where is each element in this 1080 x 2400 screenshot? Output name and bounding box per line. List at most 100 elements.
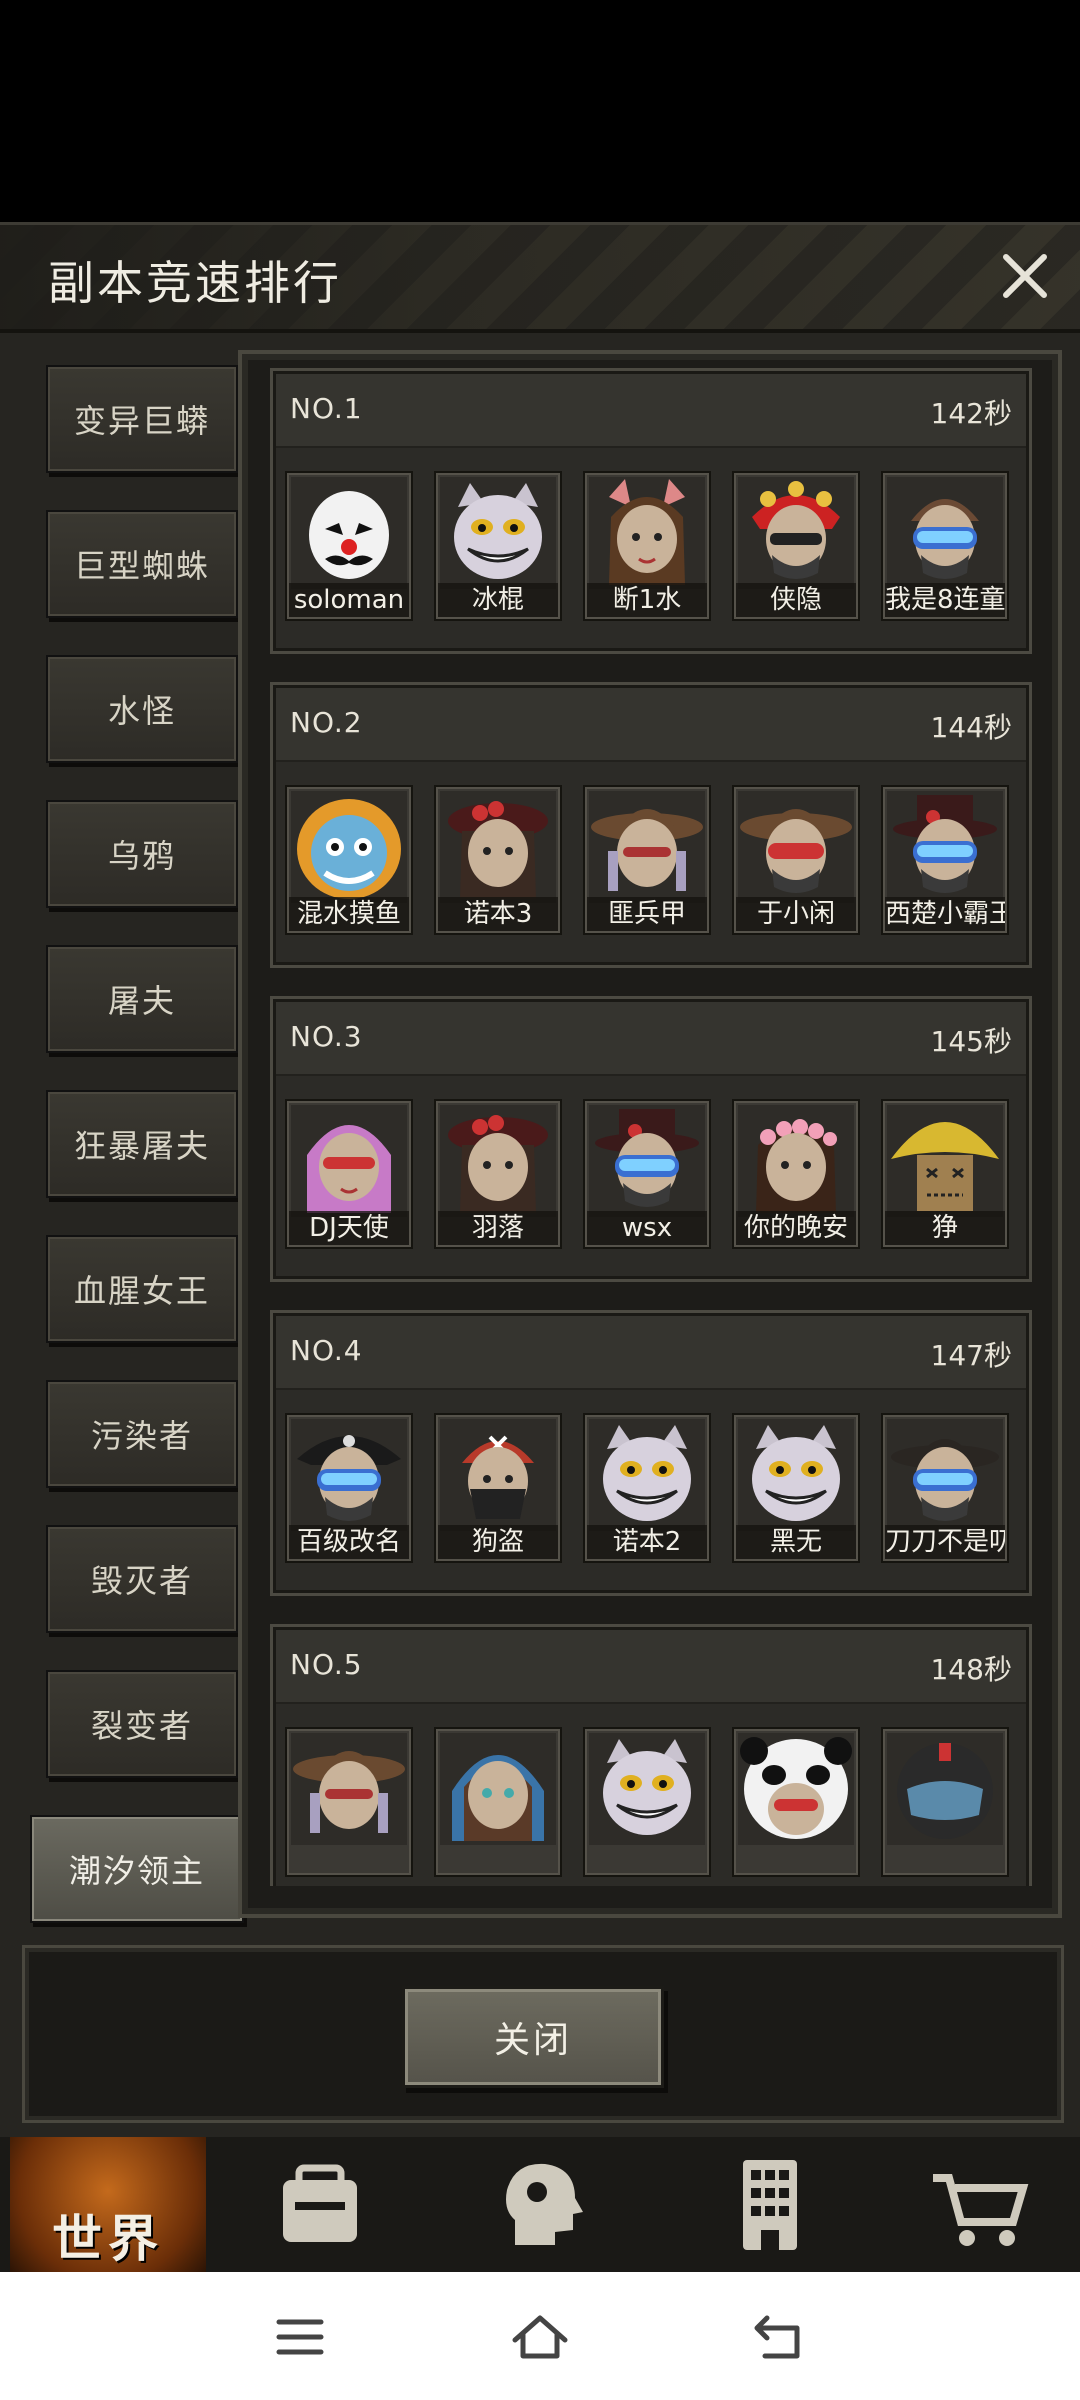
member-name: 侠隐 <box>736 583 856 617</box>
tab-label: 污染者 <box>90 1417 193 1455</box>
menu-icon[interactable] <box>265 2302 335 2372</box>
team-member[interactable]: 百级改名 <box>285 1413 413 1563</box>
member-name: 诺本3 <box>438 897 558 931</box>
team-member[interactable] <box>881 1727 1009 1877</box>
member-name: 冰棍 <box>438 583 558 617</box>
team-member[interactable]: 混水摸鱼 <box>285 785 413 935</box>
team-member[interactable]: 于小闲 <box>732 785 860 935</box>
tab-boss-4[interactable]: 屠夫 <box>46 945 238 1053</box>
team-member[interactable]: wsx <box>583 1099 711 1249</box>
team-member[interactable]: 断1水 <box>583 471 711 621</box>
tab-boss-8[interactable]: 毁灭者 <box>46 1525 238 1633</box>
rank-card-header: NO.5 148秒 <box>276 1630 1026 1704</box>
team-member[interactable]: 狗盗 <box>434 1413 562 1563</box>
tab-label: 变异巨蟒 <box>73 402 210 440</box>
member-name: 狗盗 <box>438 1525 558 1559</box>
cowboy-hat-icon <box>589 791 705 903</box>
member-name: 诺本2 <box>587 1525 707 1559</box>
ranking-list[interactable]: NO.1 142秒 soloman 冰棍 断1水 侠隐 我是8连童 NO.2 144秒 混水摸鱼诺… <box>260 368 1040 1886</box>
team-member[interactable] <box>285 1727 413 1877</box>
top-hat-goggles-icon <box>589 1105 705 1217</box>
tab-boss-10[interactable]: 潮汐领主 <box>30 1815 244 1923</box>
member-name: 黑无 <box>736 1525 856 1559</box>
team-member[interactable] <box>732 1727 860 1877</box>
clown-mask-icon <box>291 477 407 589</box>
cowboy-hat-icon <box>291 1733 407 1845</box>
opera-headdress-icon <box>738 477 854 589</box>
rank-card: NO.5 148秒 <box>270 1624 1032 1886</box>
dialog-title: 副本竞速排行 <box>48 256 342 310</box>
tab-label: 裂变者 <box>90 1707 193 1745</box>
tab-boss-5[interactable]: 狂暴屠夫 <box>46 1090 238 1198</box>
rank-number: NO.3 <box>290 1020 363 1053</box>
cat-grin-icon <box>589 1733 705 1845</box>
team-member[interactable]: 诺本3 <box>434 785 562 935</box>
rank-card-header: NO.4 147秒 <box>276 1316 1026 1390</box>
game-bottom-nav: 世界 <box>0 2137 1080 2272</box>
cat-grin-icon <box>738 1419 854 1531</box>
cat-grin-icon <box>440 477 556 589</box>
team-member[interactable] <box>583 1727 711 1877</box>
top-hat-goggles-icon <box>887 791 1003 903</box>
member-name: DJ天使 <box>289 1211 409 1245</box>
team-member[interactable] <box>434 1727 562 1877</box>
tab-label: 潮汐领主 <box>68 1852 205 1890</box>
blue-hood-girl-icon <box>440 1733 556 1845</box>
member-name: 刀刀不是叨 <box>885 1525 1005 1559</box>
team-member[interactable]: DJ天使 <box>285 1099 413 1249</box>
team-member[interactable]: 冰棍 <box>434 471 562 621</box>
android-nav-bar <box>0 2272 1080 2400</box>
team-member[interactable]: 诺本2 <box>583 1413 711 1563</box>
backpack-icon[interactable] <box>250 2137 390 2272</box>
team-member[interactable]: 匪兵甲 <box>583 785 711 935</box>
back-icon[interactable] <box>745 2302 815 2372</box>
clear-time: 144秒 <box>930 711 1012 744</box>
tab-boss-6[interactable]: 血腥女王 <box>46 1235 238 1343</box>
close-icon[interactable] <box>998 249 1052 303</box>
nav-world-button[interactable]: 世界 <box>10 2137 206 2272</box>
tab-boss-7[interactable]: 污染者 <box>46 1380 238 1488</box>
clear-time: 148秒 <box>930 1653 1012 1686</box>
nav-world-label: 世界 <box>52 2209 164 2268</box>
rank-card: NO.2 144秒混水摸鱼 诺本3 匪兵甲 于小闲 西楚小霸王 <box>270 682 1032 968</box>
pirate-goggles-icon <box>291 1419 407 1531</box>
girl-bunny-icon <box>589 477 705 589</box>
team-member[interactable]: 羽落 <box>434 1099 562 1249</box>
team-member[interactable]: 黑无 <box>732 1413 860 1563</box>
tab-boss-3[interactable]: 乌鸦 <box>46 800 238 908</box>
ranking-panel[interactable]: NO.1 142秒 soloman 冰棍 断1水 侠隐 我是8连童 NO.2 144秒 混水摸鱼诺… <box>238 350 1062 1918</box>
blue-lion-icon <box>291 791 407 903</box>
helmet-icon <box>887 1733 1003 1845</box>
team-member[interactable]: 我是8连童 <box>881 471 1009 621</box>
rank-card-header: NO.3 145秒 <box>276 1002 1026 1076</box>
team-member[interactable]: soloman <box>285 471 413 621</box>
team-members: DJ天使 羽落 wsx 你的晚安狰 <box>285 1099 1025 1249</box>
member-name: 百级改名 <box>289 1525 409 1559</box>
team-member[interactable]: 刀刀不是叨 <box>881 1413 1009 1563</box>
tab-boss-1[interactable]: 巨型蜘蛛 <box>46 510 238 618</box>
member-name: soloman <box>289 583 409 617</box>
tab-boss-2[interactable]: 水怪 <box>46 655 238 763</box>
tab-boss-9[interactable]: 裂变者 <box>46 1670 238 1778</box>
team-member[interactable]: 狰 <box>881 1099 1009 1249</box>
close-button[interactable]: 关闭 <box>402 1986 664 2088</box>
cowboy-goggles-icon <box>738 791 854 903</box>
member-name: 你的晚安 <box>736 1211 856 1245</box>
team-member[interactable]: 侠隐 <box>732 471 860 621</box>
dialog-footer: 关闭 <box>22 1945 1064 2123</box>
team-members: 百级改名 狗盗 诺本2 黑无 刀刀不是叨 <box>285 1413 1025 1563</box>
team-member[interactable]: 你的晚安 <box>732 1099 860 1249</box>
shop-cart-icon[interactable] <box>910 2137 1050 2272</box>
home-icon[interactable] <box>505 2302 575 2372</box>
member-name: 我是8连童 <box>885 583 1005 617</box>
building-icon[interactable] <box>700 2137 840 2272</box>
status-bar-area <box>0 0 1080 222</box>
rank-number: NO.2 <box>290 706 363 739</box>
fedora-goggles-icon <box>887 1419 1003 1531</box>
clear-time: 145秒 <box>930 1025 1012 1058</box>
head-gear-icon[interactable] <box>470 2137 610 2272</box>
team-member[interactable]: 西楚小霸王 <box>881 785 1009 935</box>
pink-hair-icon <box>291 1105 407 1217</box>
team-members <box>285 1727 1025 1877</box>
tab-boss-0[interactable]: 变异巨蟒 <box>46 365 238 473</box>
